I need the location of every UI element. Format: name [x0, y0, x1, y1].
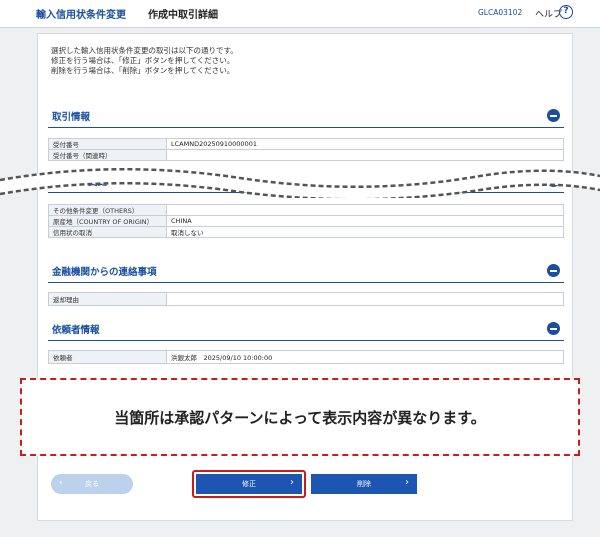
- row-value: 浜銀太郎 2025/09/10 10:00:00: [166, 350, 564, 364]
- section-bank-notes-header: 金融機関からの連絡事項: [48, 261, 564, 283]
- transaction-table: 受付番号 LCAMND20250910000001 受付番号（関連時）: [48, 138, 564, 161]
- row-label: 受付番号: [48, 138, 167, 150]
- row-label: 受付番号（関連時）: [48, 149, 167, 161]
- section-transaction-header: 取引情報: [48, 106, 564, 128]
- collapse-icon[interactable]: [547, 322, 560, 335]
- table-row: 信用状の取消 取消しない: [48, 226, 564, 238]
- page-title: 作成中取引詳細: [148, 10, 218, 21]
- edit-button-label: 修正: [242, 480, 256, 488]
- section-title: 金融機関からの連絡事項: [52, 267, 157, 278]
- intro-message: 選択した輸入信用状条件変更の取引は以下の通りです。 修正を行う場合は、「修正」ボ…: [51, 46, 238, 75]
- delete-button-label: 削除: [357, 480, 371, 488]
- table-row: 受付番号（関連時）: [48, 149, 564, 161]
- changes-table: その他条件変更（OTHERS） 原産地（COUNTRY OF ORIGIN） C…: [48, 204, 564, 238]
- row-label: その他条件変更（OTHERS）: [48, 204, 167, 216]
- chevron-right-icon: ›: [290, 477, 294, 488]
- chevron-right-icon: ›: [405, 477, 409, 488]
- pattern-note-text: 当箇所は承認パターンによって表示内容が異なります。: [114, 409, 486, 427]
- delete-button[interactable]: 削除 ›: [311, 474, 417, 494]
- help-icon[interactable]: ?: [559, 5, 573, 19]
- row-label: 信用状の取消: [48, 226, 167, 238]
- edit-button[interactable]: 修正 ›: [196, 474, 302, 494]
- pattern-note-box: 当箇所は承認パターンによって表示内容が異なります。: [20, 378, 580, 456]
- section-title: 取引情報: [52, 112, 91, 123]
- table-row: 依頼者 浜銀太郎 2025/09/10 10:00:00: [48, 350, 564, 364]
- row-value: LCAMND20250910000001: [166, 138, 564, 150]
- screen-code: GLCA03102: [478, 8, 523, 17]
- back-button[interactable]: ‹ 戻る: [51, 474, 133, 494]
- collapse-icon[interactable]: [547, 264, 560, 277]
- requester-table: 依頼者 浜銀太郎 2025/09/10 10:00:00: [48, 350, 564, 364]
- omission-wave: [0, 168, 600, 198]
- table-row: その他条件変更（OTHERS）: [48, 204, 564, 216]
- row-label: 依頼者: [48, 350, 167, 364]
- function-name: 輸入信用状条件変更: [36, 10, 126, 21]
- table-row: 受付番号 LCAMND20250910000001: [48, 138, 564, 150]
- row-label: 原産地（COUNTRY OF ORIGIN）: [48, 215, 167, 227]
- row-label: 返却理由: [48, 292, 167, 306]
- table-row: 原産地（COUNTRY OF ORIGIN） CHINA: [48, 215, 564, 227]
- row-value: [166, 292, 564, 306]
- row-value: CHINA: [166, 215, 564, 227]
- help-link[interactable]: ヘルプ: [535, 7, 562, 20]
- table-row: 返却理由: [48, 292, 564, 306]
- bank-notes-table: 返却理由: [48, 292, 564, 306]
- back-button-label: 戻る: [85, 480, 99, 488]
- row-value: [166, 149, 564, 161]
- collapse-icon[interactable]: [547, 109, 560, 122]
- row-value: 取消しない: [166, 226, 564, 238]
- section-title: 依頼者情報: [52, 325, 100, 336]
- app-header: 輸入信用状条件変更 作成中取引詳細 GLCA03102 ヘルプ ?: [0, 0, 600, 28]
- row-value: [166, 204, 564, 216]
- section-requester-header: 依頼者情報: [48, 319, 564, 341]
